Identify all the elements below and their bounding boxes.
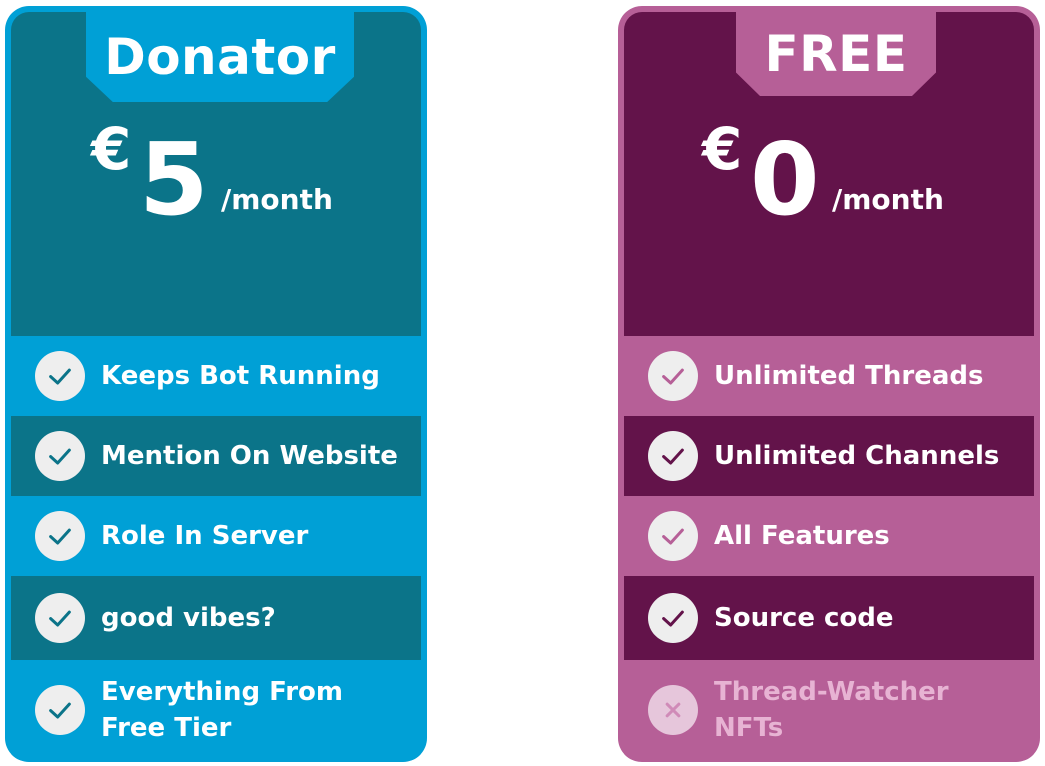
donator-plan-card: Donator € 5 /month Keeps Bot Running Men…	[5, 6, 427, 762]
feature-label: good vibes?	[101, 602, 276, 633]
check-icon	[35, 593, 85, 643]
check-icon	[648, 511, 698, 561]
feature-label: Keeps Bot Running	[101, 360, 380, 391]
free-feature-list: Unlimited Threads Unlimited Channels All…	[624, 336, 1034, 760]
check-icon	[35, 351, 85, 401]
feature-item-unavailable: Thread-Watcher NFTs	[624, 660, 1034, 760]
price-amount: 0	[750, 121, 820, 238]
feature-item: Source code	[624, 576, 1034, 660]
billing-period: /month	[832, 183, 944, 216]
check-icon	[35, 431, 85, 481]
check-icon	[35, 511, 85, 561]
feature-item: Role In Server	[11, 496, 421, 576]
currency-symbol: €	[91, 115, 132, 183]
feature-label: Mention On Website	[101, 440, 398, 471]
check-icon	[648, 351, 698, 401]
feature-label: Role In Server	[101, 520, 309, 551]
free-price: € 0 /month	[702, 120, 1002, 240]
billing-period: /month	[221, 183, 333, 216]
currency-symbol: €	[702, 115, 743, 183]
check-icon	[35, 685, 85, 735]
free-plan-title: FREE	[736, 12, 936, 96]
feature-item: good vibes?	[11, 576, 421, 660]
check-icon	[648, 431, 698, 481]
feature-label: Source code	[714, 602, 894, 633]
free-plan-card: FREE € 0 /month Unlimited Threads Unlimi…	[618, 6, 1040, 762]
feature-label: Unlimited Channels	[714, 440, 1000, 471]
feature-item: Mention On Website	[11, 416, 421, 496]
donator-price: € 5 /month	[91, 120, 391, 240]
x-icon	[648, 685, 698, 735]
feature-item: All Features	[624, 496, 1034, 576]
feature-item: Unlimited Threads	[624, 336, 1034, 416]
donator-price-panel: Donator € 5 /month	[11, 12, 421, 336]
feature-label: Everything From Free Tier	[101, 676, 344, 743]
donator-feature-list: Keeps Bot Running Mention On Website Rol…	[11, 336, 421, 760]
check-icon	[648, 593, 698, 643]
feature-label: Unlimited Threads	[714, 360, 984, 391]
feature-item: Everything From Free Tier	[11, 660, 421, 760]
feature-label: All Features	[714, 520, 890, 551]
price-amount: 5	[139, 121, 209, 238]
feature-label: Thread-Watcher NFTs	[714, 676, 949, 743]
donator-plan-title: Donator	[86, 12, 354, 102]
feature-item: Keeps Bot Running	[11, 336, 421, 416]
feature-item: Unlimited Channels	[624, 416, 1034, 496]
free-price-panel: FREE € 0 /month	[624, 12, 1034, 336]
